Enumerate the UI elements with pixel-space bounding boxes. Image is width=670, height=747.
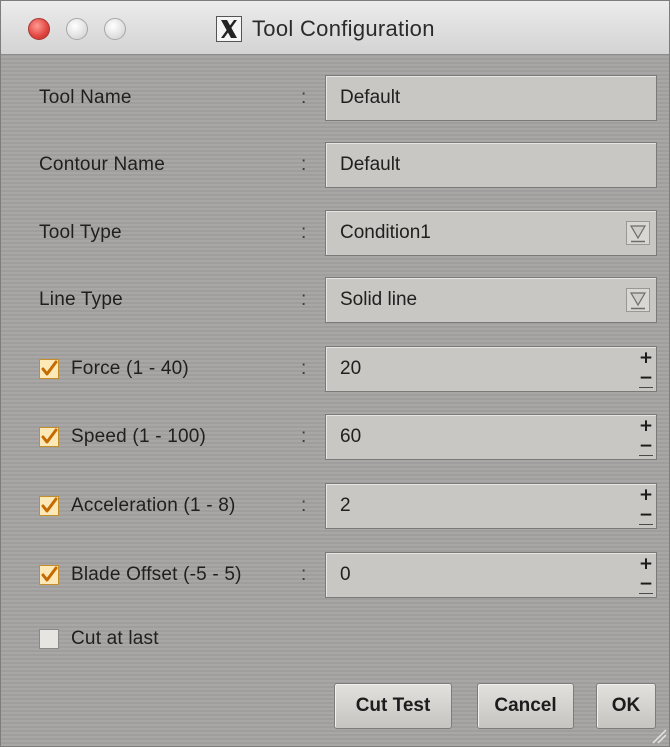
tool-type-select[interactable]: Condition1 xyxy=(325,210,657,256)
checkmark-icon xyxy=(41,360,58,376)
decrement-icon[interactable]: − xyxy=(638,507,654,525)
checkmark-icon xyxy=(41,497,58,513)
cut-at-last-checkbox[interactable] xyxy=(39,629,59,649)
increment-icon[interactable]: + xyxy=(638,418,654,436)
cut-at-last-row: Cut at last xyxy=(1,616,669,662)
separator-colon: : xyxy=(301,154,307,175)
force-row: Force (1 - 40) : 20 + − xyxy=(1,346,669,392)
cut-test-button[interactable]: Cut Test xyxy=(334,683,452,729)
minimize-button[interactable] xyxy=(66,18,88,40)
separator-colon: : xyxy=(301,426,307,447)
increment-icon[interactable]: + xyxy=(638,350,654,368)
tool-configuration-window: Tool Configuration Tool Name : Default C… xyxy=(0,0,670,747)
force-value: 20 xyxy=(340,358,362,379)
force-spinbox[interactable]: 20 + − xyxy=(325,346,657,392)
resize-grip-icon[interactable] xyxy=(647,724,667,744)
speed-label: Speed (1 - 100) xyxy=(71,426,207,447)
separator-colon: : xyxy=(301,358,307,379)
dropdown-arrow-icon[interactable] xyxy=(626,221,650,245)
contour-name-value: Default xyxy=(340,154,401,175)
force-label: Force (1 - 40) xyxy=(71,358,189,379)
separator-colon: : xyxy=(301,564,307,585)
acceleration-label: Acceleration (1 - 8) xyxy=(71,495,236,516)
force-stepper[interactable]: + − xyxy=(638,350,654,388)
titlebar[interactable]: Tool Configuration xyxy=(1,1,669,55)
separator-colon: : xyxy=(301,222,307,243)
ok-button[interactable]: OK xyxy=(596,683,656,729)
separator-colon: : xyxy=(301,87,307,108)
blade-offset-value: 0 xyxy=(340,564,351,585)
blade-offset-checkbox[interactable] xyxy=(39,565,59,585)
tool-name-value: Default xyxy=(340,87,401,108)
cancel-button[interactable]: Cancel xyxy=(477,683,574,729)
acceleration-spinbox[interactable]: 2 + − xyxy=(325,483,657,529)
close-button[interactable] xyxy=(28,18,50,40)
speed-stepper[interactable]: + − xyxy=(638,418,654,456)
window-title: Tool Configuration xyxy=(252,16,435,41)
line-type-select[interactable]: Solid line xyxy=(325,277,657,323)
x11-icon xyxy=(216,16,242,42)
decrement-icon[interactable]: − xyxy=(638,438,654,456)
contour-name-row: Contour Name : Default xyxy=(1,142,669,188)
separator-colon: : xyxy=(301,495,307,516)
acceleration-value: 2 xyxy=(340,495,351,516)
speed-checkbox[interactable] xyxy=(39,427,59,447)
separator-colon: : xyxy=(301,289,307,310)
speed-row: Speed (1 - 100) : 60 + − xyxy=(1,414,669,460)
tool-name-input[interactable]: Default xyxy=(325,75,657,121)
checkmark-icon xyxy=(41,428,58,444)
blade-offset-stepper[interactable]: + − xyxy=(638,556,654,594)
window-title-group: Tool Configuration xyxy=(216,15,435,43)
speed-spinbox[interactable]: 60 + − xyxy=(325,414,657,460)
decrement-icon[interactable]: − xyxy=(638,576,654,594)
line-type-row: Line Type : Solid line xyxy=(1,277,669,323)
increment-icon[interactable]: + xyxy=(638,556,654,574)
contour-name-label: Contour Name xyxy=(39,154,165,175)
checkmark-icon xyxy=(41,566,58,582)
tool-name-label: Tool Name xyxy=(39,87,132,108)
tool-type-value: Condition1 xyxy=(340,222,431,243)
dropdown-arrow-icon[interactable] xyxy=(626,288,650,312)
force-checkbox[interactable] xyxy=(39,359,59,379)
decrement-icon[interactable]: − xyxy=(638,370,654,388)
blade-offset-row: Blade Offset (-5 - 5) : 0 + − xyxy=(1,552,669,598)
blade-offset-spinbox[interactable]: 0 + − xyxy=(325,552,657,598)
acceleration-row: Acceleration (1 - 8) : 2 + − xyxy=(1,483,669,529)
tool-type-label: Tool Type xyxy=(39,222,122,243)
line-type-value: Solid line xyxy=(340,289,418,310)
acceleration-checkbox[interactable] xyxy=(39,496,59,516)
acceleration-stepper[interactable]: + − xyxy=(638,487,654,525)
tool-name-row: Tool Name : Default xyxy=(1,75,669,121)
cut-at-last-label: Cut at last xyxy=(71,628,159,649)
blade-offset-label: Blade Offset (-5 - 5) xyxy=(71,564,242,585)
line-type-label: Line Type xyxy=(39,289,123,310)
maximize-button[interactable] xyxy=(104,18,126,40)
increment-icon[interactable]: + xyxy=(638,487,654,505)
tool-type-row: Tool Type : Condition1 xyxy=(1,210,669,256)
speed-value: 60 xyxy=(340,426,362,447)
contour-name-input[interactable]: Default xyxy=(325,142,657,188)
